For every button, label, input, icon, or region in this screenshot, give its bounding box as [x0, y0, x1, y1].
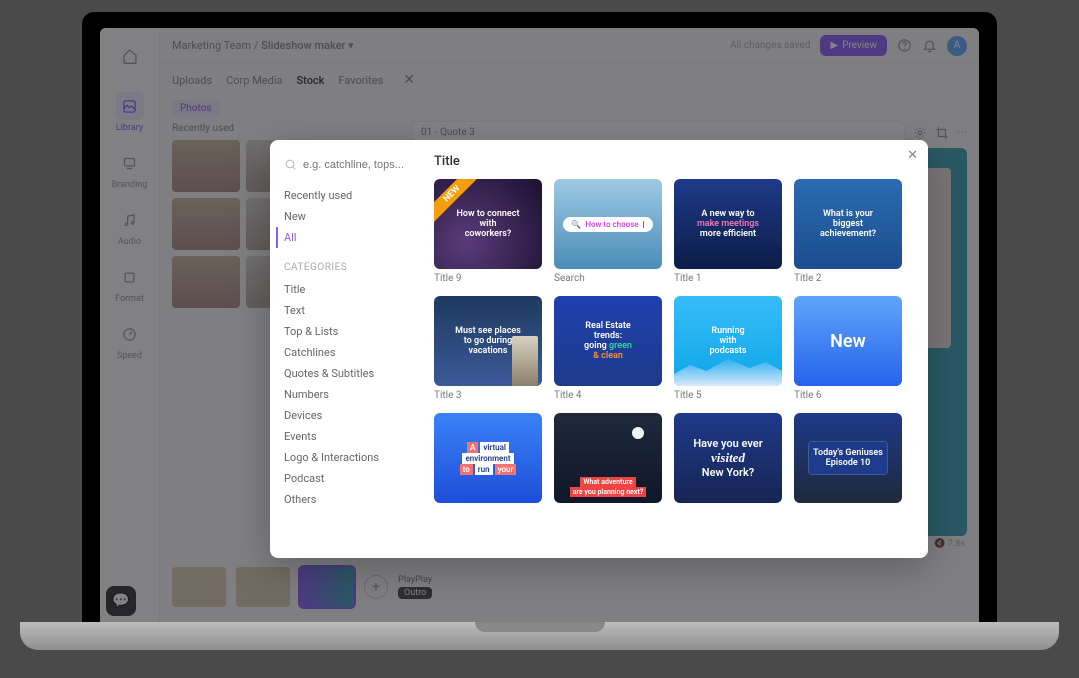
category-catchlines[interactable]: Catchlines: [284, 342, 414, 363]
template-card-partial4[interactable]: Today's GeniusesEpisode 10: [794, 413, 902, 503]
template-card-title9[interactable]: NEW How to connectwithcoworkers? Title 9: [434, 179, 542, 284]
category-devices[interactable]: Devices: [284, 405, 414, 426]
template-card-title5[interactable]: Runningwithpodcasts Title 5: [674, 296, 782, 401]
modal-title: Title: [434, 154, 912, 169]
template-card-partial1[interactable]: Avirtual environment torunyour: [434, 413, 542, 503]
modal-body: Title NEW How to connectwithcoworkers? T…: [428, 140, 928, 558]
template-card-title6[interactable]: New Title 6: [794, 296, 902, 401]
laptop-notch: [475, 622, 605, 632]
search-input[interactable]: [303, 159, 414, 171]
search-input-wrap[interactable]: [284, 158, 414, 171]
laptop-base: [20, 622, 1059, 650]
filter-recently-used[interactable]: Recently used: [284, 185, 414, 206]
modal-sidebar: Recently used New All CATEGORIES Title T…: [270, 140, 428, 558]
card-label: Search: [554, 273, 662, 284]
template-grid: NEW How to connectwithcoworkers? Title 9…: [434, 179, 912, 503]
filter-new[interactable]: New: [284, 206, 414, 227]
template-modal: ✕ Recently used New All CATEGORIES Title…: [270, 140, 928, 558]
category-text[interactable]: Text: [284, 300, 414, 321]
categories-header: CATEGORIES: [284, 262, 414, 273]
card-label: Title 6: [794, 390, 902, 401]
card-label: Title 9: [434, 273, 542, 284]
category-quotes-subtitles[interactable]: Quotes & Subtitles: [284, 363, 414, 384]
template-card-title1[interactable]: A new way tomake meetingsmore efficient …: [674, 179, 782, 284]
card-label: Title 5: [674, 390, 782, 401]
search-icon: 🔍: [571, 220, 581, 229]
category-numbers[interactable]: Numbers: [284, 384, 414, 405]
template-card-title2[interactable]: What is yourbiggestachievement? Title 2: [794, 179, 902, 284]
category-events[interactable]: Events: [284, 426, 414, 447]
template-card-partial3[interactable]: Have you evervisitedNew York?: [674, 413, 782, 503]
category-podcast[interactable]: Podcast: [284, 468, 414, 489]
search-icon: [284, 158, 297, 171]
category-top-lists[interactable]: Top & Lists: [284, 321, 414, 342]
template-card-partial2[interactable]: What adventureare you planning next?: [554, 413, 662, 503]
template-card-title3[interactable]: Must see placesto go duringvacations Tit…: [434, 296, 542, 401]
filter-all[interactable]: All: [276, 227, 414, 248]
category-others[interactable]: Others: [284, 489, 414, 510]
card-label: Title 1: [674, 273, 782, 284]
laptop-frame: Library Branding Audio: [0, 0, 1079, 678]
card-label: Title 4: [554, 390, 662, 401]
screen-bezel: Library Branding Audio: [82, 12, 997, 622]
card-label: Title 3: [434, 390, 542, 401]
category-title[interactable]: Title: [284, 279, 414, 300]
modal-close-button[interactable]: ✕: [907, 148, 918, 163]
card-label: Title 2: [794, 273, 902, 284]
app-screen: Library Branding Audio: [100, 28, 979, 622]
template-card-search[interactable]: 🔍How to choose| Search: [554, 179, 662, 284]
template-card-title4[interactable]: Real Estatetrends:going green & clean Ti…: [554, 296, 662, 401]
category-logo-interactions[interactable]: Logo & Interactions: [284, 447, 414, 468]
